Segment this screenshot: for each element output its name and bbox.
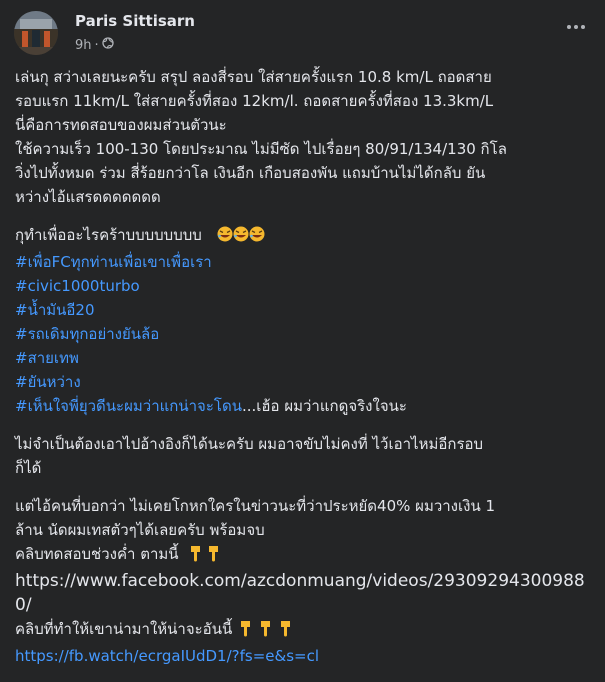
hashtag-link[interactable]: #เพื่อFCทุกท่านเพื่อเขาเพื่อเรา	[15, 250, 595, 274]
text-line: คลิบที่ทำให้เขาน่ามาให้น่าจะอันนี้	[15, 617, 595, 644]
clip-2-label: คลิบที่ทำให้เขาน่ามาให้น่าจะอันนี้	[15, 620, 233, 638]
text-line: เล่นกุ สว่างเลยนะครับ สรุป ลองสี่รอบ ใส่…	[15, 68, 492, 86]
text-line: วิ่งไปทั้งหมด ร่วม สี่ร้อยกว่าโล เงินอีก…	[15, 164, 486, 182]
text-line: ใช้ความเร็ว 100-130 โดยประมาณ ไม่มีซัด ไ…	[15, 140, 507, 158]
pointing-down-emoji-icon	[183, 544, 225, 569]
text-line: แต่ไอ้คนที่บอกว่า ไม่เคยโกหกใครในข่าวนะท…	[15, 497, 496, 515]
post-header: Paris Sittisarn 9h ·	[14, 11, 605, 57]
text-line: ไม่จำเป็นต้องเอาไปอ้างอิงก็ได้นะครับ ผมอ…	[15, 435, 484, 453]
clip-1-label: คลิบทดสอบช่วงค่ำ ตามนี้	[15, 545, 179, 563]
meta-separator: ·	[94, 37, 99, 53]
hashtag-link[interactable]: #น้ำมันอี20	[15, 298, 595, 322]
post-time[interactable]: 9h	[75, 38, 92, 53]
video-url-1[interactable]: https://www.facebook.com/azcdonmuang/vid…	[15, 569, 595, 593]
text-line: กุทำเพื่ออะไรคร้าบบบบบบบบ	[15, 223, 595, 250]
hashtag-link[interactable]: #ยันหว่าง	[15, 370, 595, 394]
post-content: เล่นกุ สว่างเลยนะครับ สรุป ลองสี่รอบ ใส่…	[15, 65, 595, 682]
hashtag-link[interactable]: #civic1000turbo	[15, 274, 595, 298]
p2-intro: กุทำเพื่ออะไรคร้าบบบบบบบบ	[15, 226, 202, 244]
globe-icon	[102, 37, 114, 53]
author-name[interactable]: Paris Sittisarn	[75, 12, 195, 30]
paragraph-4: แต่ไอ้คนที่บอกว่า ไม่เคยโกหกใครในข่าวนะท…	[15, 494, 595, 668]
avatar[interactable]	[14, 11, 58, 55]
hashtag-link[interactable]: #รถเดิมทุกอย่างยันล้อ	[15, 322, 595, 346]
video-url-1-cont[interactable]: 0/	[15, 593, 595, 617]
text-line: หว่างไอ้แสรดดดดดดด	[15, 188, 161, 206]
more-options-icon[interactable]	[561, 17, 591, 37]
hashtag-link[interactable]: #เห็นใจพี่ยุวดีนะผมว่าแกน่าจะโดน	[15, 397, 242, 415]
text-line: รอบแรก 11km/L ใส่สายครั้งที่สอง 12km/l. …	[15, 92, 494, 110]
rofl-emoji-icon	[207, 225, 267, 250]
paragraph-2: กุทำเพื่ออะไรคร้าบบบบบบบบ #เพื่อFCทุกท่า…	[15, 223, 595, 418]
paragraph-3: ไม่จำเป็นต้องเอาไปอ้างอิงก็ได้นะครับ ผมอ…	[15, 432, 595, 480]
pointing-down-emoji-icon	[237, 619, 299, 644]
paragraph-1: เล่นกุ สว่างเลยนะครับ สรุป ลองสี่รอบ ใส่…	[15, 65, 595, 209]
text-line: คลิบทดสอบช่วงค่ำ ตามนี้	[15, 542, 595, 569]
post-meta: 9h ·	[75, 37, 114, 53]
text-line: นี่คือการทดสอบของผมส่วนตัวนะ	[15, 116, 227, 134]
hashtag-link[interactable]: #สายเทพ	[15, 346, 595, 370]
text-line: #เห็นใจพี่ยุวดีนะผมว่าแกน่าจะโดน...เฮ้อ …	[15, 394, 595, 418]
p2-tail: ...เฮ้อ ผมว่าแกดูจริงใจนะ	[241, 397, 407, 415]
video-url-2[interactable]: https://fb.watch/ecrgaIUdD1/?fs=e&s=cl	[15, 644, 595, 668]
text-line: ล้าน นัดผมเทสตัวๆได้เลยครับ พร้อมจบ	[15, 521, 265, 539]
text-line: ก็ได้	[15, 459, 42, 477]
